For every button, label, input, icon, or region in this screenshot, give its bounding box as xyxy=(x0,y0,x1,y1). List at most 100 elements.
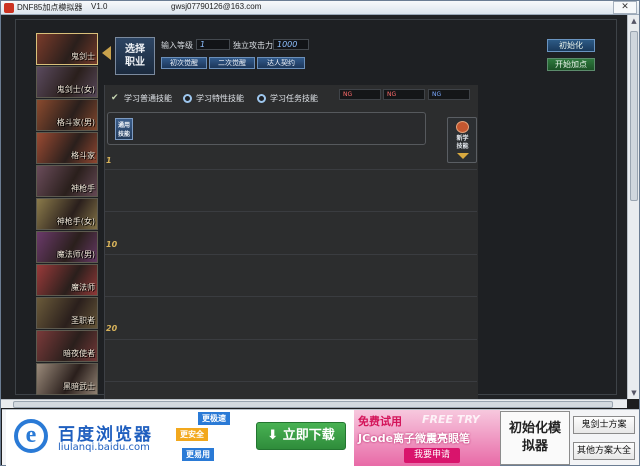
download-button[interactable]: ⬇ 立即下载 xyxy=(256,422,346,450)
select-class-label-2: 职业 xyxy=(125,57,145,68)
row-divider xyxy=(105,381,477,382)
class-item[interactable]: 鬼剑士 xyxy=(36,33,98,65)
app-icon xyxy=(4,3,14,13)
level-marker-1: 1 xyxy=(106,156,112,165)
ie-logo-icon: e xyxy=(14,419,48,453)
download-label: 立即下载 xyxy=(282,428,335,443)
ad-bar: e 百度浏览器 liulanqi.baidu.com 更极速 更安全 更易用 ⬇… xyxy=(2,409,639,466)
learn-skill-button[interactable]: 新学 技能 xyxy=(447,117,477,163)
jcode-line-1b: FREE TRY xyxy=(422,413,480,426)
init-simulator-button[interactable]: 初始化模 拟器 xyxy=(500,411,570,465)
jcode-line-2: JCode离子微震亮眼笔 xyxy=(358,432,471,445)
second-awakening-button[interactable]: 二次觉醒 xyxy=(209,57,255,69)
class-label: 魔法师(男) xyxy=(56,250,95,259)
row-divider xyxy=(105,169,477,170)
title-bar: DNF85加点模拟器 V1.0 gwsj07790126@163.com ✕ xyxy=(1,1,639,15)
author-email: gwsj07790126@163.com xyxy=(171,2,262,11)
level-marker-10: 10 xyxy=(106,240,118,249)
class-label: 鬼剑士 xyxy=(71,52,95,61)
start-allocate-button[interactable]: 开始加点 xyxy=(547,58,595,71)
horizontal-scrollbar[interactable] xyxy=(1,399,627,408)
class-item[interactable]: 神枪手(女) xyxy=(36,198,98,230)
level-input[interactable]: 1 xyxy=(196,39,230,50)
class-label: 魔法师 xyxy=(71,283,95,292)
download-ad[interactable]: ⬇ 立即下载 xyxy=(248,410,354,466)
scroll-down-icon[interactable]: ▼ xyxy=(628,387,640,399)
first-awakening-button[interactable]: 初次觉醒 xyxy=(161,57,207,69)
scroll-thumb-h[interactable] xyxy=(13,401,613,408)
jcode-ad[interactable]: 免费试用 FREE TRY JCode离子微震亮眼笔 我要申请 xyxy=(354,410,500,466)
class-item[interactable]: 鬼剑士(女) xyxy=(36,66,98,98)
class-label: 格斗家 xyxy=(71,151,95,160)
class-label: 暗夜使者 xyxy=(63,349,95,358)
ghost-swordsman-plan-button[interactable]: 鬼剑士方案 xyxy=(573,416,635,434)
class-label: 格斗家(男) xyxy=(56,118,95,127)
app-window: DNF85加点模拟器 V1.0 gwsj07790126@163.com ✕ 鬼… xyxy=(0,0,640,466)
class-list[interactable]: 鬼剑士鬼剑士(女) 格斗家(男) 格斗家神枪手神枪手(女) 魔法师(男) 魔法师圣职者暗… xyxy=(36,33,98,399)
jcode-line-1: 免费试用 xyxy=(358,415,402,428)
class-label: 神枪手 xyxy=(71,184,95,193)
init-sim-label-2: 拟器 xyxy=(521,439,548,454)
row-divider xyxy=(105,339,477,340)
attack-input[interactable]: 1000 xyxy=(273,39,309,50)
select-class-label-1: 选择 xyxy=(125,44,145,55)
jcode-apply-button[interactable]: 我要申请 xyxy=(404,448,460,463)
class-item[interactable]: 魔法师 xyxy=(36,264,98,296)
skill-orb-icon xyxy=(456,121,469,133)
chevron-down-icon xyxy=(457,153,469,159)
status-box-2: NG xyxy=(383,89,425,100)
class-item[interactable]: 黑暗武士 xyxy=(36,363,98,395)
level-label: 输入等级 xyxy=(161,41,193,50)
option-normal-label: 学习普通技能 xyxy=(124,94,172,103)
close-button[interactable]: ✕ xyxy=(613,1,637,14)
other-plans-button[interactable]: 其他方案大全 xyxy=(573,442,635,460)
class-label: 黑暗武士 xyxy=(63,382,95,391)
status-box-1: NG xyxy=(339,89,381,100)
check-icon: ✔ xyxy=(111,93,119,103)
select-class-button[interactable]: 选择 职业 xyxy=(115,37,155,75)
class-item[interactable]: 魔法师(男) xyxy=(36,231,98,263)
option-special[interactable]: 学习特性技能 xyxy=(183,93,244,104)
option-normal[interactable]: ✔ 学习普通技能 xyxy=(111,93,172,104)
baidu-ad-url: liulanqi.baidu.com xyxy=(58,442,150,453)
option-special-label: 学习特性技能 xyxy=(196,94,244,103)
row-divider xyxy=(105,211,477,212)
baidu-browser-ad[interactable]: e 百度浏览器 liulanqi.baidu.com 更极速 更安全 更易用 xyxy=(6,410,249,466)
init-sim-label-1: 初始化模 xyxy=(508,421,561,436)
option-quest[interactable]: 学习任务技能 xyxy=(257,93,318,104)
class-label: 鬼剑士(女) xyxy=(56,85,95,94)
status-box-3: NG xyxy=(428,89,470,100)
class-item[interactable]: 神枪手 xyxy=(36,165,98,197)
row-divider xyxy=(105,254,477,255)
app-title: DNF85加点模拟器 xyxy=(17,3,83,12)
class-label: 神枪手(女) xyxy=(56,217,95,226)
scroll-up-icon[interactable]: ▲ xyxy=(628,15,640,27)
badge-fast: 更极速 xyxy=(198,412,230,425)
radio-icon xyxy=(183,94,192,103)
class-item[interactable]: 格斗家 xyxy=(36,132,98,164)
master-contract-button[interactable]: 达人契约 xyxy=(257,57,305,69)
learn-skill-label: 新学 技能 xyxy=(451,135,474,151)
init-button[interactable]: 初始化 xyxy=(547,39,595,52)
class-item[interactable]: 格斗家(男) xyxy=(36,99,98,131)
class-label: 圣职者 xyxy=(71,316,95,325)
radio-icon xyxy=(257,94,266,103)
level-marker-20: 20 xyxy=(106,324,118,333)
option-quest-label: 学习任务技能 xyxy=(270,94,318,103)
class-item[interactable]: 暗夜使者 xyxy=(36,330,98,362)
selection-arrow-icon xyxy=(102,46,111,60)
badge-easy: 更易用 xyxy=(182,448,214,461)
badge-safe: 更安全 xyxy=(176,428,208,441)
learn-skill-label-2: 技能 xyxy=(456,143,469,150)
general-skill-area xyxy=(107,112,426,145)
general-skill-label-2: 技能 xyxy=(117,131,130,138)
scroll-thumb[interactable] xyxy=(630,31,638,201)
row-divider xyxy=(105,296,477,297)
general-skill-label-1: 通用 xyxy=(117,122,130,129)
vertical-scrollbar[interactable]: ▲ ▼ xyxy=(627,15,639,399)
attack-label: 独立攻击力 xyxy=(233,41,273,50)
general-skill-button[interactable]: 通用 技能 xyxy=(115,118,133,140)
learn-skill-label-1: 新学 xyxy=(456,135,469,142)
app-version: V1.0 xyxy=(91,2,108,11)
class-item[interactable]: 圣职者 xyxy=(36,297,98,329)
